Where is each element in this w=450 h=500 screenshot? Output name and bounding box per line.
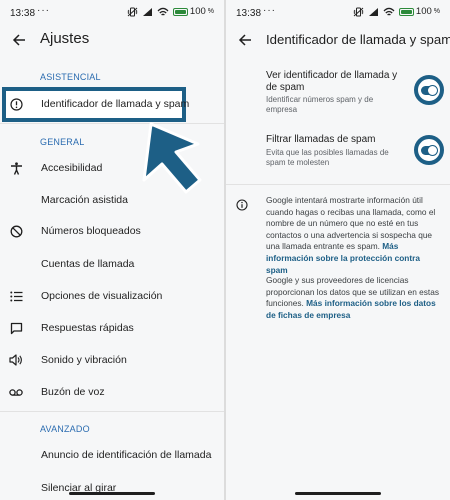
toggle-row-show-caller-id[interactable]: Ver identificador de llamada y de spam I… [226, 68, 450, 126]
switch-thumb [427, 84, 438, 96]
settings-item-calling-accounts[interactable]: Cuentas de llamada [0, 249, 224, 279]
accessibility-icon [9, 161, 23, 175]
battery-icon [398, 7, 414, 16]
settings-item-silence-flip[interactable]: Silenciar al girar [0, 473, 224, 500]
caller-id-spam-screen: 13:38 ··· 100% Identificador de llamada … [226, 0, 450, 500]
switch-thumb [427, 144, 438, 156]
volume-icon [9, 353, 23, 367]
settings-item-label: Accesibilidad [41, 162, 103, 174]
status-bar: 13:38 ··· 100% [0, 0, 224, 26]
battery-icon [172, 7, 188, 16]
pointer-arrow-icon [142, 122, 202, 194]
settings-item-label: Cuentas de llamada [41, 258, 135, 270]
battery-indicator: 100% [398, 6, 440, 17]
toggle-subtitle: Evita que las posibles llamadas de spam … [266, 148, 389, 167]
page-title: Ajustes [40, 30, 90, 47]
alert-circle-icon [9, 97, 23, 111]
page-title: Identificador de llamada y spam [266, 32, 450, 47]
wifi-icon [157, 7, 169, 15]
battery-level: 100 [415, 6, 432, 17]
wifi-icon [383, 7, 395, 15]
settings-item-display-options[interactable]: Opciones de visualización [0, 281, 224, 311]
info-paragraph-spam: Google intentará mostrarte información ú… [266, 195, 442, 276]
settings-item-label: Buzón de voz [41, 386, 105, 398]
switch-track [421, 84, 438, 96]
arrow-back-icon [12, 34, 25, 46]
settings-item-label: Números bloqueados [41, 225, 141, 237]
gesture-handle [295, 492, 381, 495]
vibrate-icon [353, 7, 364, 16]
info-icon [236, 199, 248, 211]
gesture-handle [69, 492, 155, 495]
app-bar: Ajustes [0, 26, 224, 56]
status-time: 13:38 [10, 8, 36, 19]
settings-item-label: Respuestas rápidas [41, 322, 134, 334]
signal-icon [368, 7, 378, 16]
toggle-subtitle: Identificar números spam y de empresa [266, 95, 374, 114]
notification-dots: ··· [37, 5, 50, 16]
chat-bubble-icon [9, 321, 23, 335]
settings-item-label: Identificador de llamada y spam [41, 98, 190, 110]
settings-item-voicemail[interactable]: Buzón de voz [0, 377, 224, 407]
settings-item-sound-vibration[interactable]: Sonido y vibración [0, 345, 224, 375]
toggle-title: Ver identificador de llamada y de spam [266, 70, 398, 93]
settings-item-caller-id[interactable]: Identificador de llamada y spam [0, 89, 224, 119]
settings-item-label: Sonido y vibración [41, 354, 127, 366]
app-bar: Identificador de llamada y spam [226, 26, 450, 56]
status-bar: 13:38 ··· 100% [226, 0, 450, 26]
toggle-title: Filtrar llamadas de spam [266, 134, 376, 145]
section-header-general: GENERAL [40, 137, 85, 147]
settings-item-label: Opciones de visualización [41, 290, 163, 302]
system-icons: 100% [127, 6, 214, 17]
status-time: 13:38 [236, 8, 262, 19]
filter-spam-switch[interactable] [414, 135, 444, 165]
settings-item-blocked-numbers[interactable]: Números bloqueados [0, 216, 224, 246]
battery-level: 100 [189, 6, 206, 17]
vibrate-icon [127, 7, 138, 16]
toggle-row-filter-spam[interactable]: Filtrar llamadas de spam Evita que las p… [226, 132, 450, 178]
switch-track [421, 144, 438, 156]
block-icon [9, 224, 23, 238]
section-divider [226, 184, 450, 185]
arrow-back-icon [238, 34, 251, 46]
section-header-asistencial: ASISTENCIAL [40, 72, 101, 82]
settings-item-quick-responses[interactable]: Respuestas rápidas [0, 313, 224, 343]
back-button[interactable] [8, 29, 30, 51]
info-text: Google intentará mostrarte información ú… [266, 195, 436, 252]
section-divider [0, 411, 224, 412]
list-icon [9, 289, 23, 303]
battery-indicator: 100% [172, 6, 214, 17]
caller-id-switch[interactable] [414, 75, 444, 105]
settings-item-label: Marcación asistida [41, 194, 128, 206]
signal-icon [142, 7, 152, 16]
info-paragraph-data: Google y sus proveedores de licencias pr… [266, 275, 442, 321]
settings-item-label: Anuncio de identificación de llamada [41, 449, 212, 461]
settings-item-caller-id-announcement[interactable]: Anuncio de identificación de llamada [0, 440, 224, 470]
back-button[interactable] [234, 29, 256, 51]
notification-dots: ··· [263, 5, 276, 16]
section-header-avanzado: AVANZADO [40, 424, 90, 434]
system-icons: 100% [353, 6, 440, 17]
voicemail-icon [9, 385, 23, 399]
settings-screen: 13:38 ··· 100% Ajustes ASISTENCIAL Ident… [0, 0, 224, 500]
